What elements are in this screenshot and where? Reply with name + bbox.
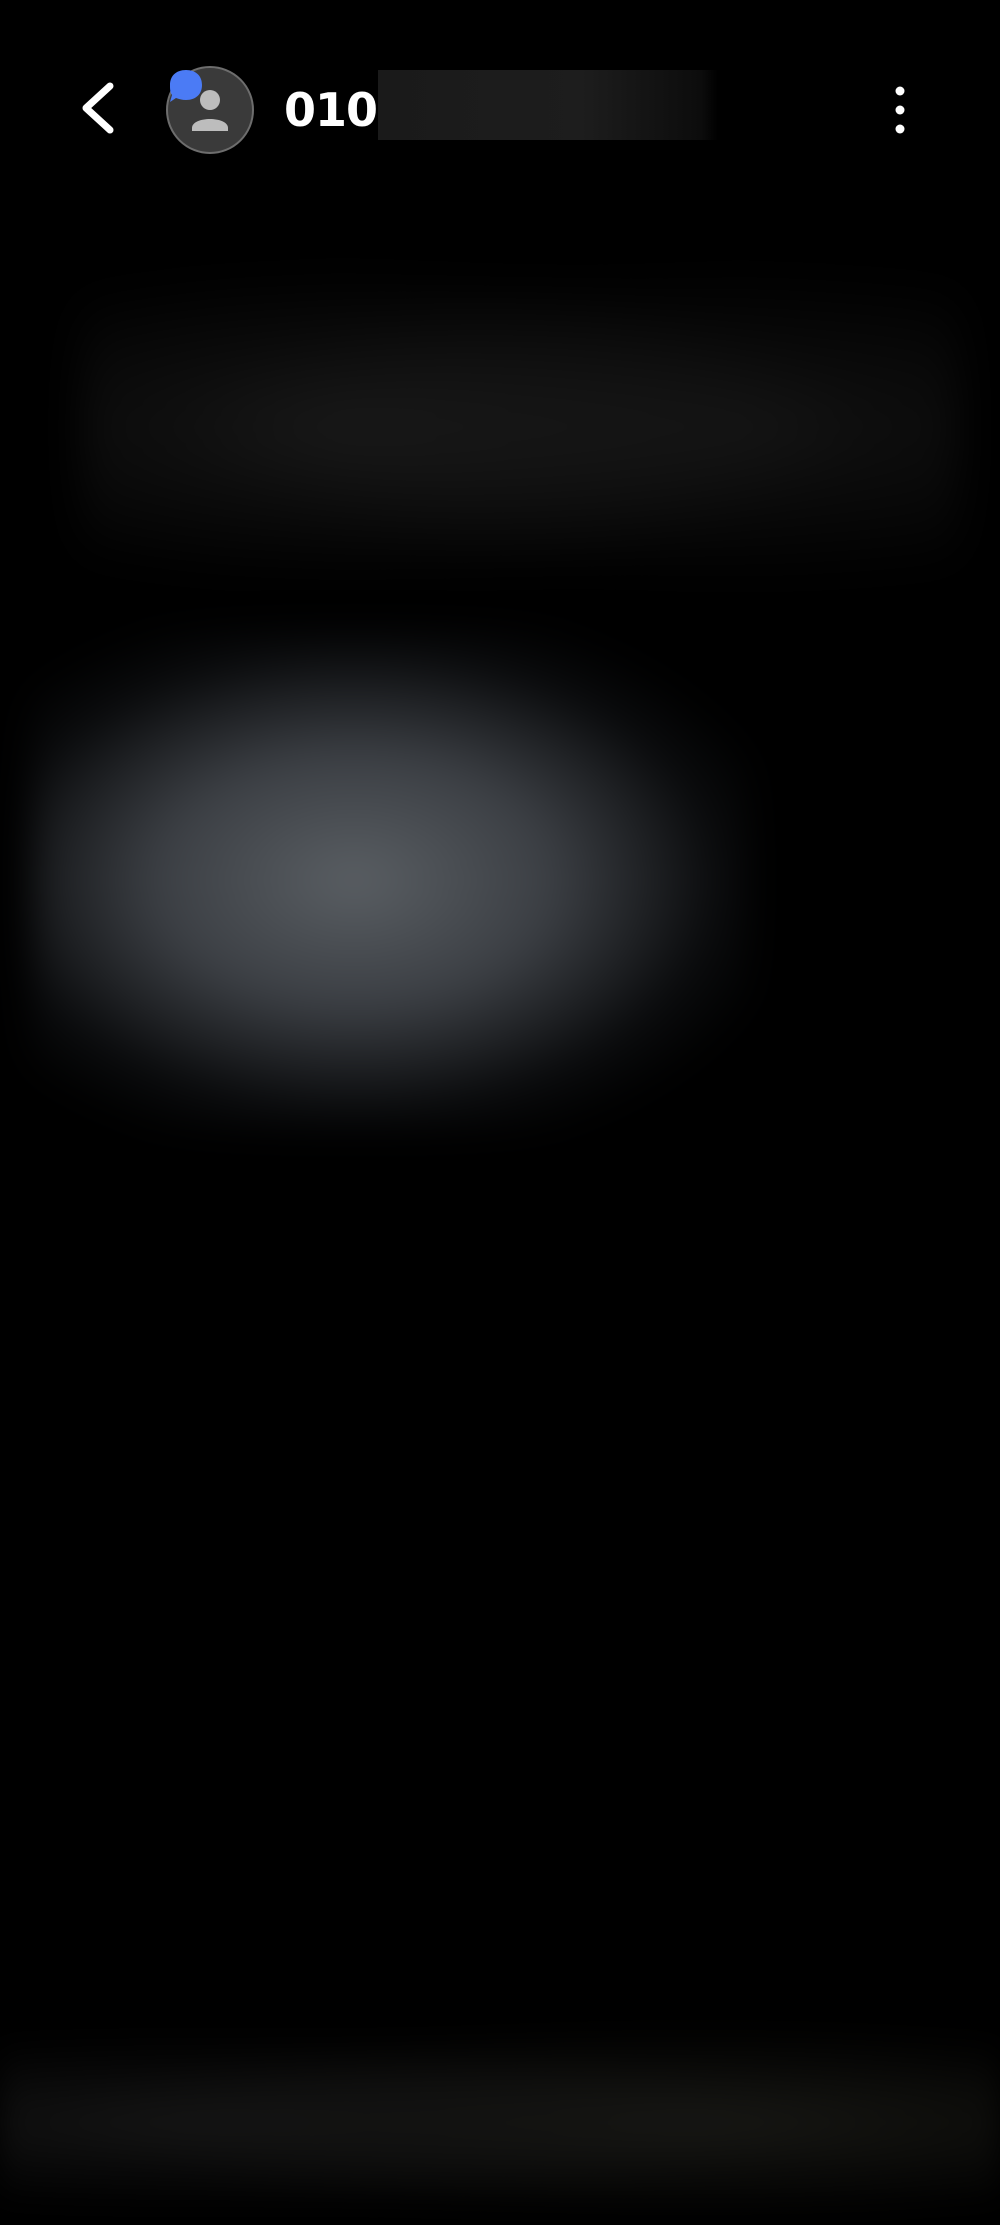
back-button[interactable] (70, 80, 126, 136)
more-vertical-icon (895, 86, 905, 134)
chevron-left-icon (82, 82, 114, 134)
contact-avatar[interactable] (166, 66, 254, 154)
chat-bubble-icon (170, 70, 202, 102)
message-input-bar[interactable] (0, 2020, 1000, 2225)
redacted-number (378, 70, 718, 140)
blurred-header-content (80, 240, 960, 580)
message-bubble[interactable] (30, 630, 750, 1130)
conversation-area[interactable] (0, 200, 1000, 2000)
more-options-button[interactable] (870, 80, 930, 140)
top-bar: 010- (0, 0, 1000, 200)
